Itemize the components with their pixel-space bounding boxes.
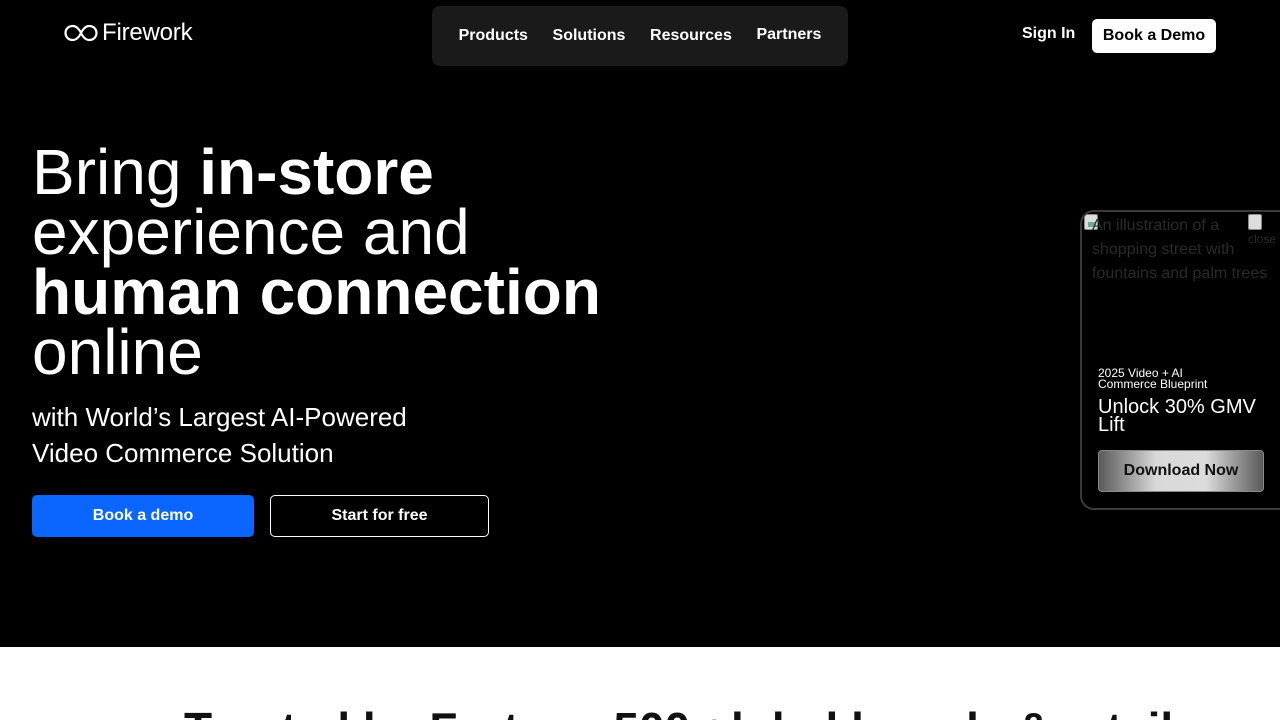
sign-in-link[interactable]: Sign In [1022, 25, 1075, 43]
hero-subtitle: with World’s Largest AI-Powered Video Co… [32, 399, 407, 471]
promo-image-alt-text: An illustration of a shopping street wit… [1092, 217, 1268, 282]
subtitle-line-1: with World’s Largest AI-Powered [32, 402, 407, 432]
promo-close-button[interactable]: close [1248, 212, 1280, 252]
download-now-button[interactable]: Download Now [1098, 450, 1264, 492]
close-alt-text: close [1248, 232, 1277, 246]
headline-line-2: experience and [32, 196, 470, 268]
promo-eyebrow: 2025 Video + AI Commerce Blueprint [1098, 366, 1208, 391]
infinity-logo-icon [64, 24, 98, 42]
promo-title: Unlock 30% GMV Lift [1098, 396, 1256, 436]
promo-card: An illustration of a shopping street wit… [1080, 210, 1280, 510]
book-demo-header-button[interactable]: Book a Demo [1092, 19, 1216, 53]
nav-products[interactable]: Products [453, 21, 534, 51]
headline-line-4: online [32, 316, 203, 388]
book-demo-button[interactable]: Book a demo [32, 495, 254, 537]
hero-section: Firework Products Solutions Resources Pa… [0, 0, 1280, 647]
headline-line-1: Bring in-store [32, 140, 601, 204]
headline-line-3: human connection [32, 256, 601, 328]
subtitle-line-2: Video Commerce Solution [32, 438, 334, 468]
nav-solutions[interactable]: Solutions [547, 21, 632, 51]
start-free-button[interactable]: Start for free [270, 495, 489, 537]
nav-resources[interactable]: Resources [644, 21, 738, 51]
trusted-heading: Trusted by Fortune 500 global brands & r… [184, 702, 1242, 720]
nav-partners[interactable]: Partners [750, 20, 827, 50]
hero-headline: Bring in-store experience and human conn… [32, 140, 601, 388]
close-icon [1248, 214, 1262, 230]
firework-logo[interactable]: Firework [64, 19, 193, 46]
logo-wordmark: Firework [102, 19, 193, 46]
main-nav: Products Solutions Resources Partners [432, 6, 848, 66]
